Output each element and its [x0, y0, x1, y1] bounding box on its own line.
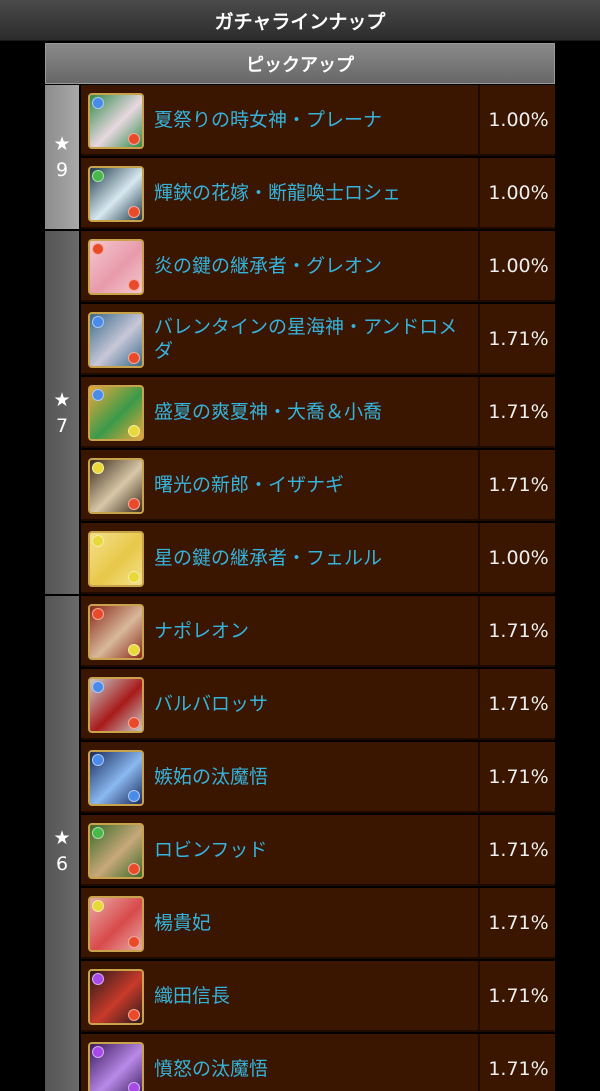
- monster-name-link[interactable]: ナポレオン: [154, 596, 474, 665]
- main-attribute-icon: [92, 97, 104, 109]
- drop-rate: 1.71%: [478, 815, 555, 884]
- sub-attribute-icon: [128, 498, 140, 510]
- rarity-group: ★ 6 ナポレオン 1.71% バルバロッサ 1.71% 嫉妬の汰魔悟 1.71% ロビンフッド…: [45, 596, 555, 1091]
- monster-row[interactable]: ナポレオン 1.71%: [81, 596, 555, 667]
- sub-attribute-icon: [128, 717, 140, 729]
- monster-avatar-icon[interactable]: [88, 896, 144, 952]
- rarity-group: ★ 7 炎の鍵の継承者・グレオン 1.00% バレンタインの星海神・アンドロメダ 1.71…: [45, 231, 555, 594]
- monster-name-link[interactable]: バレンタインの星海神・アンドロメダ: [154, 304, 474, 373]
- monster-name-link[interactable]: 織田信長: [154, 961, 474, 1030]
- star-icon: ★: [53, 133, 71, 155]
- star-icon: ★: [53, 388, 71, 411]
- monster-row[interactable]: バレンタインの星海神・アンドロメダ 1.71%: [81, 304, 555, 375]
- monster-name-link[interactable]: ロビンフッド: [154, 815, 474, 884]
- sub-attribute-icon: [128, 936, 140, 948]
- drop-rate: 1.71%: [478, 669, 555, 738]
- sub-attribute-icon: [128, 1009, 140, 1021]
- monster-avatar-icon[interactable]: [88, 239, 144, 295]
- sub-attribute-icon: [128, 1082, 140, 1091]
- monster-row[interactable]: 楊貴妃 1.71%: [81, 888, 555, 959]
- rarity-value: 7: [55, 414, 69, 437]
- main-attribute-icon: [92, 754, 104, 766]
- monster-avatar-icon[interactable]: [88, 385, 144, 441]
- pickup-header: ピックアップ: [45, 43, 555, 84]
- monster-name-link[interactable]: 盛夏の爽夏神・大喬＆小喬: [154, 377, 474, 446]
- monster-name-link[interactable]: バルバロッサ: [154, 669, 474, 738]
- monster-name-link[interactable]: 曙光の新郎・イザナギ: [154, 450, 474, 519]
- monster-avatar-icon[interactable]: [88, 750, 144, 806]
- monster-avatar-icon[interactable]: [88, 823, 144, 879]
- drop-rate: 1.71%: [478, 450, 555, 519]
- rarity-group: ★ 9 夏祭りの時女神・プレーナ 1.00% 輝鋏の花嫁・断龍喚士ロシェ 1.00%: [45, 85, 555, 229]
- monster-name-link[interactable]: 夏祭りの時女神・プレーナ: [154, 85, 474, 154]
- lineup-panel: ピックアップ ★ 9 夏祭りの時女神・プレーナ 1.00% 輝鋏の花嫁・断龍喚士ロシェ 1…: [45, 43, 555, 1091]
- monster-row[interactable]: 織田信長 1.71%: [81, 961, 555, 1032]
- monster-row[interactable]: バルバロッサ 1.71%: [81, 669, 555, 740]
- monster-row[interactable]: 星の鍵の継承者・フェルル 1.00%: [81, 523, 555, 594]
- drop-rate: 1.71%: [478, 1034, 555, 1091]
- drop-rate: 1.71%: [478, 304, 555, 373]
- sub-attribute-icon: [128, 352, 140, 364]
- monster-avatar-icon[interactable]: [88, 1042, 144, 1091]
- monster-row[interactable]: 嫉妬の汰魔悟 1.71%: [81, 742, 555, 813]
- monster-avatar-icon[interactable]: [88, 531, 144, 587]
- monster-avatar-icon[interactable]: [88, 604, 144, 660]
- main-attribute-icon: [92, 389, 104, 401]
- sub-attribute-icon: [128, 790, 140, 802]
- monster-avatar-icon[interactable]: [88, 93, 144, 149]
- monster-avatar-icon[interactable]: [88, 312, 144, 368]
- rarity-label: ★ 9: [45, 85, 79, 229]
- rarity-value: 9: [55, 159, 69, 181]
- monster-row[interactable]: 盛夏の爽夏神・大喬＆小喬 1.71%: [81, 377, 555, 448]
- monster-avatar-icon[interactable]: [88, 969, 144, 1025]
- main-attribute-icon: [92, 973, 104, 985]
- rarity-label: ★ 6: [45, 596, 79, 1091]
- monster-row[interactable]: ロビンフッド 1.71%: [81, 815, 555, 886]
- sub-attribute-icon: [128, 206, 140, 218]
- main-attribute-icon: [92, 681, 104, 693]
- main-attribute-icon: [92, 900, 104, 912]
- main-attribute-icon: [92, 243, 104, 255]
- drop-rate: 1.00%: [478, 85, 555, 154]
- sub-attribute-icon: [128, 133, 140, 145]
- sub-attribute-icon: [128, 571, 140, 583]
- main-attribute-icon: [92, 462, 104, 474]
- drop-rate: 1.00%: [478, 158, 555, 227]
- monster-row[interactable]: 曙光の新郎・イザナギ 1.71%: [81, 450, 555, 521]
- drop-rate: 1.71%: [478, 742, 555, 811]
- sub-attribute-icon: [128, 863, 140, 875]
- main-attribute-icon: [92, 316, 104, 328]
- drop-rate: 1.71%: [478, 596, 555, 665]
- monster-name-link[interactable]: 炎の鍵の継承者・グレオン: [154, 231, 474, 300]
- main-attribute-icon: [92, 827, 104, 839]
- drop-rate: 1.71%: [478, 961, 555, 1030]
- drop-rate: 1.00%: [478, 523, 555, 592]
- monster-row[interactable]: 輝鋏の花嫁・断龍喚士ロシェ 1.00%: [81, 158, 555, 229]
- monster-row[interactable]: 夏祭りの時女神・プレーナ 1.00%: [81, 85, 555, 156]
- monster-name-link[interactable]: 楊貴妃: [154, 888, 474, 957]
- monster-row[interactable]: 憤怒の汰魔悟 1.71%: [81, 1034, 555, 1091]
- monster-avatar-icon[interactable]: [88, 458, 144, 514]
- monster-name-link[interactable]: 嫉妬の汰魔悟: [154, 742, 474, 811]
- drop-rate: 1.00%: [478, 231, 555, 300]
- monster-row[interactable]: 炎の鍵の継承者・グレオン 1.00%: [81, 231, 555, 302]
- monster-name-link[interactable]: 星の鍵の継承者・フェルル: [154, 523, 474, 592]
- monster-name-link[interactable]: 輝鋏の花嫁・断龍喚士ロシェ: [154, 158, 474, 227]
- rarity-value: 6: [55, 852, 69, 875]
- sub-attribute-icon: [128, 644, 140, 656]
- main-attribute-icon: [92, 1046, 104, 1058]
- monster-avatar-icon[interactable]: [88, 166, 144, 222]
- star-icon: ★: [53, 826, 71, 849]
- monster-avatar-icon[interactable]: [88, 677, 144, 733]
- main-attribute-icon: [92, 170, 104, 182]
- drop-rate: 1.71%: [478, 888, 555, 957]
- sub-attribute-icon: [128, 279, 140, 291]
- main-attribute-icon: [92, 608, 104, 620]
- sub-attribute-icon: [128, 425, 140, 437]
- rarity-label: ★ 7: [45, 231, 79, 594]
- monster-name-link[interactable]: 憤怒の汰魔悟: [154, 1034, 474, 1091]
- main-attribute-icon: [92, 535, 104, 547]
- drop-rate: 1.71%: [478, 377, 555, 446]
- gacha-lineup-title: ガチャラインナップ: [0, 0, 600, 41]
